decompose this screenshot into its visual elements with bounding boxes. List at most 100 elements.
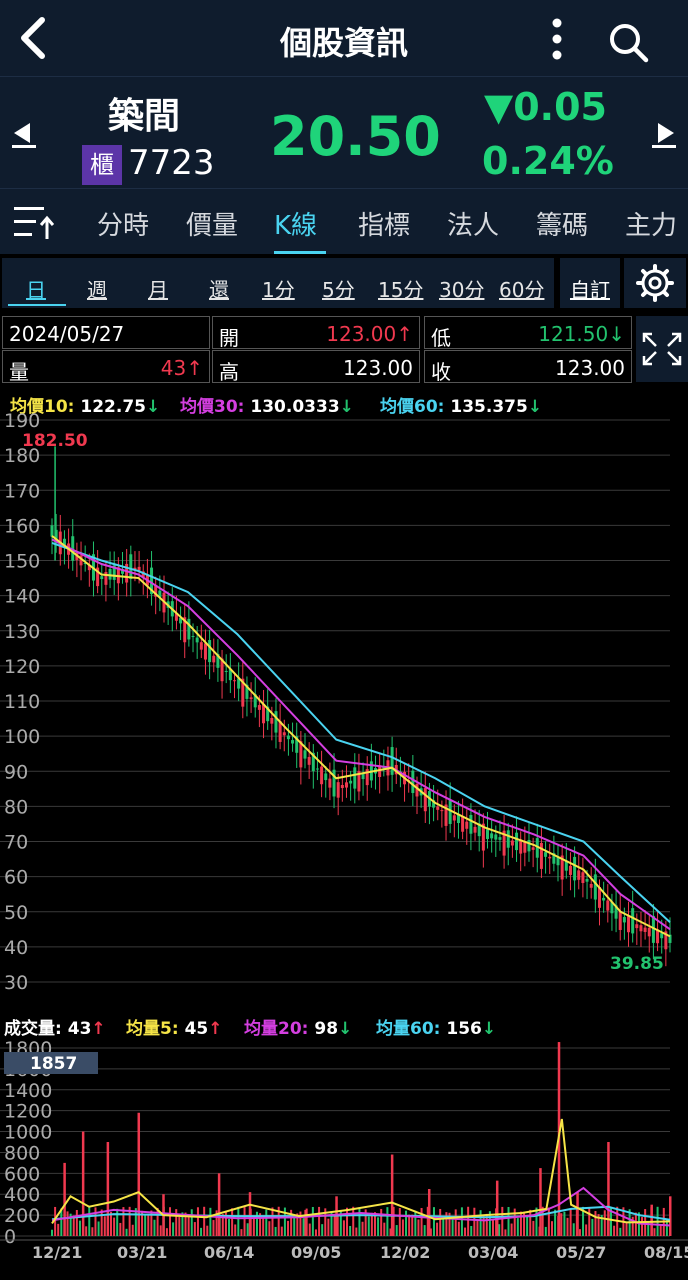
volume-bar xyxy=(476,1220,479,1236)
tab-main-force[interactable]: 主力 xyxy=(625,205,677,242)
price-axis-label: 170 xyxy=(4,480,40,502)
volume-bar xyxy=(405,1210,408,1236)
period-week[interactable]: 週 xyxy=(87,274,107,303)
volume-bar xyxy=(395,1225,398,1236)
fullscreen-button[interactable] xyxy=(636,316,688,382)
period-60min[interactable]: 60分 xyxy=(499,274,544,303)
volume-bar xyxy=(346,1207,349,1236)
period-restored[interactable]: 還 xyxy=(209,274,229,303)
date-axis-label: 12/02 xyxy=(380,1243,430,1262)
volume-bar xyxy=(361,1221,364,1236)
candle-body xyxy=(573,856,577,881)
volume-bar xyxy=(274,1226,277,1236)
volume-bar xyxy=(159,1225,162,1236)
period-15min[interactable]: 15分 xyxy=(378,274,423,303)
volume-bar xyxy=(100,1209,103,1236)
volume-bar xyxy=(659,1225,662,1236)
candle-body xyxy=(647,927,651,937)
volume-bar xyxy=(572,1223,575,1236)
volume-spike-bar xyxy=(669,1196,672,1236)
volume-bar xyxy=(51,1229,53,1236)
volume-bar xyxy=(411,1214,414,1236)
stock-price: 20.50 xyxy=(270,105,441,168)
expand-icon xyxy=(642,332,682,366)
volume-bar xyxy=(510,1223,513,1236)
candle-body xyxy=(328,778,332,788)
vma5-value: 45 xyxy=(184,1019,209,1039)
candle-body xyxy=(307,756,311,765)
candle-body xyxy=(390,747,394,775)
volume-bar xyxy=(178,1217,181,1236)
period-5min[interactable]: 5分 xyxy=(322,274,355,303)
candle-body xyxy=(523,841,527,853)
period-selector: 日 週 月 還 1分 5分 15分 30分 60分 xyxy=(2,258,554,308)
volume-bar xyxy=(153,1219,156,1236)
period-month[interactable]: 月 xyxy=(148,274,168,303)
volume-bar xyxy=(358,1207,361,1236)
volume-bar xyxy=(103,1216,106,1236)
volume-bar xyxy=(91,1227,94,1236)
vma5-label: 均量5: xyxy=(126,1019,179,1039)
volume-bar xyxy=(355,1227,358,1236)
date-axis-label: 12/21 xyxy=(32,1243,82,1262)
min-price-label: 39.85 xyxy=(610,954,664,974)
tab-chips[interactable]: 籌碼 xyxy=(536,205,588,242)
price-axis-label: 80 xyxy=(4,796,28,818)
candle-body xyxy=(50,525,54,537)
volume-max-label: 1857 xyxy=(30,1054,77,1074)
volume-axis-label: 1200 xyxy=(4,1101,52,1123)
candle-body xyxy=(581,872,585,884)
tab-time[interactable]: 分時 xyxy=(97,205,149,242)
tab-kline[interactable]: K線 xyxy=(274,205,317,242)
volume-bar xyxy=(619,1227,622,1236)
custom-period-button[interactable]: 自訂 xyxy=(560,258,620,308)
volume-bar xyxy=(367,1216,370,1236)
candle-body xyxy=(440,810,444,812)
volume-bar xyxy=(560,1213,563,1236)
more-icon[interactable] xyxy=(540,16,574,62)
candle-body xyxy=(461,816,465,832)
volume-bar xyxy=(634,1212,637,1236)
low-value: 121.50↓ xyxy=(538,322,625,346)
volume-bar xyxy=(252,1217,255,1236)
prev-stock-icon[interactable] xyxy=(10,119,38,149)
quote-high-cell: 高 123.00 xyxy=(212,350,420,384)
volume-bar xyxy=(519,1211,522,1236)
tab-indicator[interactable]: 指標 xyxy=(358,205,410,242)
quote-low-cell: 低 121.50↓ xyxy=(424,316,632,350)
volume-bar xyxy=(280,1226,283,1236)
candle-body xyxy=(336,782,340,798)
quote-volume-cell: 量 43↑ xyxy=(2,350,210,384)
tab-institutional[interactable]: 法人 xyxy=(447,205,499,242)
volume-legend-arrow: ↑ xyxy=(91,1019,106,1039)
volume-bar xyxy=(125,1228,128,1236)
volume-spike-bar xyxy=(427,1189,431,1236)
candle-body xyxy=(527,839,531,852)
volume-bar xyxy=(529,1209,532,1236)
volume-bar xyxy=(377,1217,380,1236)
search-icon[interactable] xyxy=(604,18,652,66)
kline-chart[interactable]: 1901801701601501401301201101009080706050… xyxy=(0,412,688,992)
candle-body xyxy=(353,767,357,789)
volume-bar xyxy=(318,1206,321,1236)
menu-sort-icon[interactable] xyxy=(12,203,54,243)
period-1min[interactable]: 1分 xyxy=(262,274,295,303)
candle-body xyxy=(212,655,216,663)
next-stock-icon[interactable] xyxy=(650,119,678,149)
volume-bar xyxy=(420,1208,423,1236)
volume-bar xyxy=(94,1207,97,1236)
tab-price-volume[interactable]: 價量 xyxy=(186,205,238,242)
volume-chart[interactable]: 180016001400120010008006004002000185712/… xyxy=(0,1040,688,1280)
volume-bar xyxy=(653,1228,656,1236)
volume-bar xyxy=(287,1220,290,1236)
volume-spike-bar xyxy=(217,1173,221,1236)
candle-body xyxy=(100,576,104,580)
custom-period-label: 自訂 xyxy=(570,278,610,302)
period-day[interactable]: 日 xyxy=(26,274,46,303)
settings-button[interactable] xyxy=(624,258,686,308)
volume-bar xyxy=(72,1215,75,1236)
candle-body xyxy=(498,837,502,840)
period-30min[interactable]: 30分 xyxy=(439,274,484,303)
candle-body xyxy=(506,830,510,848)
volume-spike-bar xyxy=(390,1154,394,1236)
